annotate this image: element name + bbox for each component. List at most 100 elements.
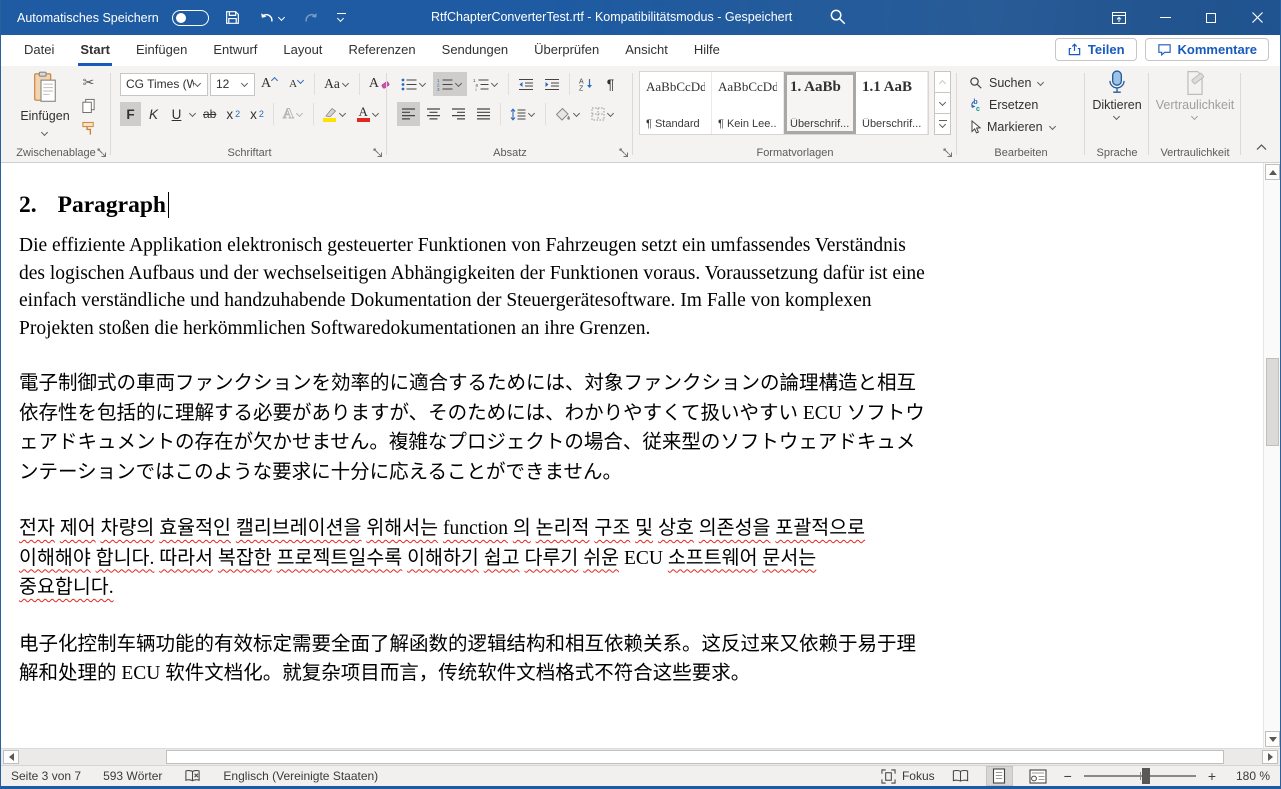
- zoom-in-button[interactable]: +: [1208, 768, 1216, 784]
- chevron-down-icon[interactable]: [189, 111, 197, 117]
- gallery-scroll-up-button[interactable]: [934, 71, 951, 93]
- sensitivity-button[interactable]: Vertraulichkeit: [1149, 70, 1241, 120]
- show-paragraph-marks-button[interactable]: ¶: [600, 72, 621, 96]
- focus-label: Fokus: [902, 769, 935, 783]
- scroll-down-button[interactable]: [1265, 731, 1280, 747]
- proofing-status[interactable]: [184, 769, 201, 783]
- customize-quick-access-button[interactable]: [335, 11, 348, 24]
- search-button[interactable]: [829, 8, 847, 29]
- strikethrough-button[interactable]: ab: [199, 102, 220, 126]
- shrink-font-button[interactable]: A: [285, 72, 309, 96]
- cut-button[interactable]: ✂: [77, 73, 100, 91]
- save-button[interactable]: [222, 7, 243, 28]
- focus-mode-button[interactable]: Fokus: [881, 769, 935, 784]
- language-indicator[interactable]: Englisch (Vereinigte Staaten): [223, 769, 378, 783]
- scroll-up-button[interactable]: [1265, 164, 1280, 180]
- svg-text:Z: Z: [579, 86, 584, 92]
- tab-start[interactable]: Start: [67, 35, 123, 66]
- style-standard[interactable]: AaBbCcDd ¶ Standard: [640, 72, 712, 134]
- tab-datei[interactable]: Datei: [11, 35, 67, 66]
- zoom-out-button[interactable]: −: [1064, 768, 1072, 784]
- dictate-button[interactable]: Diktieren: [1085, 70, 1149, 120]
- align-right-button[interactable]: [447, 102, 470, 126]
- gallery-scroll-down-button[interactable]: [934, 92, 951, 114]
- align-center-button[interactable]: [422, 102, 445, 126]
- tab-hilfe[interactable]: Hilfe: [681, 35, 733, 66]
- ribbon-display-options-button[interactable]: [1096, 0, 1142, 35]
- select-button[interactable]: Markieren: [957, 116, 1085, 138]
- quick-access-toolbar: Automatisches Speichern: [1, 7, 348, 28]
- read-mode-button[interactable]: [947, 766, 974, 786]
- vertical-scroll-thumb[interactable]: [1266, 358, 1279, 446]
- italic-button[interactable]: K: [143, 102, 164, 126]
- multilevel-list-button[interactable]: 1ai: [469, 72, 503, 96]
- comments-button[interactable]: Kommentare: [1145, 38, 1269, 61]
- scroll-left-button[interactable]: [3, 750, 19, 764]
- horizontal-scrollbar[interactable]: [1, 748, 1280, 765]
- superscript-button[interactable]: x2: [246, 102, 268, 126]
- sort-button[interactable]: AZ: [575, 72, 598, 96]
- tab-einfuegen[interactable]: Einfügen: [123, 35, 200, 66]
- print-layout-button[interactable]: [986, 766, 1013, 786]
- style-ueberschrift-2[interactable]: 1.1 AaB Überschrif...: [856, 72, 928, 134]
- zoom-level[interactable]: 180 %: [1228, 769, 1270, 783]
- align-left-button[interactable]: [397, 102, 420, 126]
- shading-button[interactable]: [551, 102, 585, 126]
- paragraph-japanese[interactable]: 電子制御式の車両ファンクションを効率的に適合するためには、対象ファンクションの論…: [19, 369, 1161, 487]
- change-case-button[interactable]: Aa: [320, 72, 354, 96]
- scroll-right-button[interactable]: [1262, 750, 1278, 764]
- bold-button[interactable]: F: [120, 102, 141, 126]
- minimize-button[interactable]: [1142, 0, 1188, 35]
- bullets-button[interactable]: [397, 72, 431, 96]
- share-label: Teilen: [1088, 42, 1125, 57]
- subscript-button[interactable]: x2: [222, 102, 244, 126]
- tab-layout[interactable]: Layout: [270, 35, 335, 66]
- document-canvas[interactable]: 2. Paragraph Die effiziente Applikation …: [1, 163, 1263, 748]
- gallery-more-button[interactable]: [934, 113, 951, 135]
- format-painter-button[interactable]: [77, 119, 100, 137]
- font-name-combo[interactable]: CG Times (W: [120, 73, 208, 96]
- style-ueberschrift-1[interactable]: 1. AaBb Überschrif...: [784, 72, 856, 134]
- vertical-scrollbar[interactable]: [1263, 163, 1280, 748]
- paragraph-german[interactable]: Die effiziente Applikation elektronisch …: [19, 232, 1161, 342]
- replace-button[interactable]: bc Ersetzen: [957, 94, 1085, 116]
- maximize-button[interactable]: [1188, 0, 1234, 35]
- close-button[interactable]: [1234, 0, 1280, 35]
- autosave-toggle[interactable]: [172, 10, 209, 26]
- paste-button[interactable]: Einfügen: [17, 71, 73, 141]
- borders-button[interactable]: [587, 102, 619, 126]
- line-spacing-button[interactable]: [506, 102, 540, 126]
- font-size-combo[interactable]: 12: [210, 73, 255, 96]
- tab-sendungen[interactable]: Sendungen: [429, 35, 522, 66]
- paragraph-chinese[interactable]: 电子化控制车辆功能的有效标定需要全面了解函数的逻辑结构和相互依赖关系。这反过来又…: [19, 630, 1161, 689]
- find-button[interactable]: Suchen: [957, 72, 1085, 94]
- zoom-slider-thumb[interactable]: [1142, 768, 1150, 784]
- zoom-slider[interactable]: [1084, 775, 1196, 777]
- web-layout-button[interactable]: [1025, 766, 1052, 786]
- share-button[interactable]: Teilen: [1055, 38, 1137, 61]
- paragraph-korean[interactable]: 전자 제어 차량의 효율적인 캘리브레이션을 위해서는 function 의 논…: [19, 514, 1161, 603]
- word-count[interactable]: 593 Wörter: [103, 769, 162, 783]
- tab-entwurf[interactable]: Entwurf: [200, 35, 270, 66]
- heading[interactable]: 2. Paragraph: [19, 192, 1263, 219]
- collapse-ribbon-button[interactable]: [1255, 138, 1268, 156]
- redo-button[interactable]: [301, 8, 322, 27]
- undo-button[interactable]: [256, 8, 288, 27]
- bar-icon: [337, 13, 346, 14]
- increase-indent-button[interactable]: [540, 72, 564, 96]
- page-indicator[interactable]: Seite 3 von 7: [11, 769, 81, 783]
- copy-button[interactable]: [77, 96, 100, 114]
- grow-font-button[interactable]: A: [257, 72, 283, 96]
- horizontal-scroll-thumb[interactable]: [166, 750, 1224, 764]
- numbering-button[interactable]: 123: [433, 72, 467, 96]
- highlight-color-button[interactable]: [319, 102, 351, 126]
- tab-referenzen[interactable]: Referenzen: [335, 35, 428, 66]
- text-effects-button[interactable]: A: [279, 102, 308, 126]
- font-color-button[interactable]: A: [353, 102, 384, 126]
- underline-button[interactable]: U: [166, 102, 187, 126]
- style-kein-leerraum[interactable]: AaBbCcDd ¶ Kein Lee...: [712, 72, 784, 134]
- justify-button[interactable]: [472, 102, 495, 126]
- tab-ueberpruefen[interactable]: Überprüfen: [521, 35, 612, 66]
- decrease-indent-button[interactable]: [514, 72, 538, 96]
- tab-ansicht[interactable]: Ansicht: [612, 35, 681, 66]
